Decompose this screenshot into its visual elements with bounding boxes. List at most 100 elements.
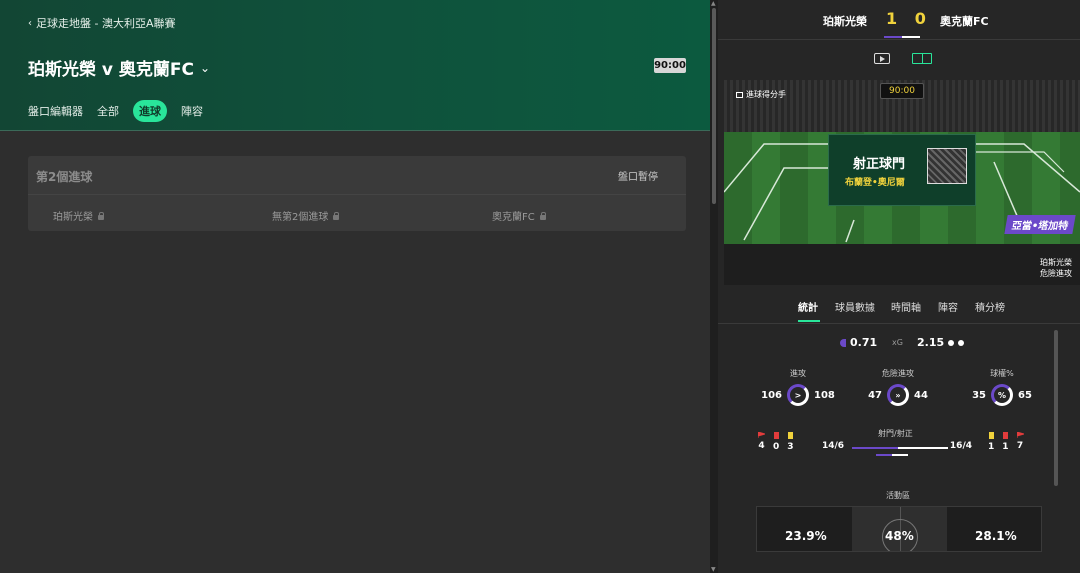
- tab-all[interactable]: 全部: [97, 100, 119, 122]
- activity-label: 活動區: [886, 491, 910, 500]
- lock-icon: [97, 211, 105, 220]
- xg-home-value: 0.71: [850, 336, 878, 349]
- shots-bar-home: [852, 447, 898, 449]
- home-cards: 4 0 3: [758, 432, 794, 452]
- possession-ring-icon: %: [991, 384, 1013, 406]
- player-tag: 亞當•塔加特: [1004, 215, 1077, 234]
- pitch-view-icon[interactable]: [912, 53, 932, 64]
- shots-away: 16/4: [949, 441, 972, 451]
- away-red-cards: 1: [1002, 432, 1009, 452]
- outcome-no-goal[interactable]: 無第2個進球: [272, 208, 340, 223]
- stat-label: 球權%: [990, 369, 1014, 378]
- xg-label: xG: [892, 338, 903, 347]
- corners-value: 7: [1016, 441, 1024, 451]
- red-cards-value: 1: [1002, 442, 1009, 452]
- stat-possession: 球權% 35 % 65: [942, 368, 1062, 418]
- view-switcher: [718, 48, 1080, 70]
- activity-mid-value: 48%: [885, 529, 914, 543]
- score-underline-home: [884, 36, 902, 38]
- goal-net-icon: [927, 148, 967, 184]
- match-clock: 90:00: [654, 58, 686, 73]
- stats-tabs: 統計 球員數據 時間軸 陣容 積分榜: [718, 296, 1080, 324]
- stats-scrollbar[interactable]: [1054, 330, 1058, 486]
- left-scrollbar[interactable]: ▲ ▼: [710, 0, 718, 573]
- chevron-down-icon[interactable]: ⌄: [200, 61, 210, 75]
- attack-type: 危險進攻: [1040, 269, 1072, 278]
- market-tabs: 盤口編輯器 全部 進球 陣容: [28, 100, 203, 122]
- stat-values: 47 » 44: [838, 383, 958, 407]
- lock-icon: [539, 211, 547, 220]
- tab-lineup[interactable]: 陣容: [938, 299, 958, 314]
- outcome-label: 奧克蘭FC: [492, 212, 535, 223]
- corners-value: 4: [758, 441, 765, 451]
- breadcrumb-label[interactable]: 足球走地盤 - 澳大利亞A聯賽: [36, 15, 176, 31]
- home-yellow-cards: 3: [787, 432, 794, 452]
- outcome-label: 無第2個進球: [272, 212, 329, 223]
- scoreboard: 珀斯光榮 1 0 奧克蘭FC: [718, 0, 1080, 40]
- shots-bar: [852, 447, 948, 449]
- home-team-name: 珀斯光榮: [823, 15, 867, 28]
- scrollbar-thumb[interactable]: [712, 8, 716, 204]
- score: 1 0: [886, 9, 932, 28]
- scroll-up-icon[interactable]: ▲: [711, 0, 716, 7]
- outcome-label: 珀斯光榮: [53, 212, 93, 223]
- away-corners: 7: [1016, 432, 1024, 452]
- market-card: 第2個進球 盤口暫停 珀斯光榮 無第2個進球 奧克蘭FC: [28, 156, 686, 231]
- red-cards-value: 0: [773, 442, 780, 452]
- pitch-icon: [736, 91, 743, 98]
- video-icon[interactable]: [874, 53, 890, 64]
- home-red-cards: 0: [773, 432, 779, 452]
- tab-standings[interactable]: 積分榜: [975, 299, 1005, 314]
- outcome-home[interactable]: 珀斯光榮: [53, 208, 105, 223]
- event-title: 射正球門: [853, 157, 906, 172]
- tab-player-stats[interactable]: 球員數據: [835, 299, 875, 314]
- attacks-ring-icon: >: [787, 384, 809, 406]
- match-title[interactable]: 珀斯光榮 v 奧克蘭FC ⌄: [28, 55, 210, 80]
- xg-away: 2.15: [917, 336, 965, 349]
- stat-values: 35 % 65: [942, 383, 1062, 407]
- attack-team: 珀斯光榮: [1040, 258, 1072, 267]
- app-root: ‹ 足球走地盤 - 澳大利亞A聯賽 珀斯光榮 v 奧克蘭FC ⌄ 90:00 盤…: [0, 0, 1080, 573]
- tab-timeline[interactable]: 時間軸: [891, 299, 921, 314]
- tab-goals[interactable]: 進球: [133, 100, 167, 122]
- stat-home-value: 35: [972, 389, 986, 401]
- corner-flag-icon: [1016, 432, 1024, 438]
- activity-home-value: 23.9%: [785, 529, 827, 543]
- stat-away-value: 44: [914, 389, 928, 401]
- red-card-icon: [1002, 432, 1008, 439]
- away-cards: 1 1 7: [988, 432, 1024, 452]
- outcome-away[interactable]: 奧克蘭FC: [492, 208, 547, 223]
- away-yellow-cards: 1: [988, 432, 994, 452]
- match-header: ‹ 足球走地盤 - 澳大利亞A聯賽 珀斯光榮 v 奧克蘭FC ⌄ 90:00 盤…: [0, 0, 710, 131]
- yellow-card-icon: [787, 432, 793, 439]
- shots-label: 射門/射正: [878, 429, 913, 438]
- tab-market-editor[interactable]: 盤口編輯器: [28, 100, 83, 122]
- stat-away-value: 65: [1018, 389, 1032, 401]
- xg-dot-icon: [948, 339, 955, 346]
- match-live-pane: 珀斯光榮 1 0 奧克蘭FC 進球得分手 90:00 射正球門 布蘭登•奧尼爾 …: [718, 0, 1080, 573]
- breadcrumb[interactable]: ‹ 足球走地盤 - 澳大利亞A聯賽: [28, 15, 176, 31]
- scroll-down-icon[interactable]: ▼: [711, 566, 716, 573]
- xg-dot-icon: [958, 339, 965, 346]
- market-header[interactable]: 第2個進球 盤口暫停: [28, 156, 686, 195]
- stat-away-value: 108: [814, 389, 835, 401]
- tab-lineups[interactable]: 陣容: [181, 100, 203, 122]
- stats-panel: 0.71 xG 2.15 進攻 106 > 108 危險進攻 47 » 44 球…: [718, 324, 1080, 573]
- home-corners: 4: [758, 432, 765, 452]
- event-player: 布蘭登•奧尼爾: [845, 178, 905, 188]
- tab-stats[interactable]: 統計: [798, 299, 818, 314]
- match-title-text: 珀斯光榮 v 奧克蘭FC: [28, 60, 195, 80]
- attack-tag: 珀斯光榮 危險進攻: [1012, 257, 1072, 279]
- on-target-bar-home: [876, 454, 892, 456]
- scorer-label-text: 進球得分手: [746, 90, 786, 99]
- xg-away-value: 2.15: [917, 336, 945, 349]
- xg-home-icon: [840, 338, 846, 347]
- xg-row: 0.71 xG 2.15: [718, 336, 1080, 350]
- market-status: 盤口暫停: [618, 172, 658, 183]
- active-tab-indicator: [798, 320, 820, 322]
- activity-zones: 23.9% 48% 28.1%: [756, 506, 1042, 552]
- away-team-name: 奧克蘭FC: [940, 15, 989, 28]
- market-title: 第2個進球: [36, 170, 93, 184]
- shots-home: 14/6: [822, 441, 845, 451]
- chevron-left-icon: ‹: [28, 17, 32, 29]
